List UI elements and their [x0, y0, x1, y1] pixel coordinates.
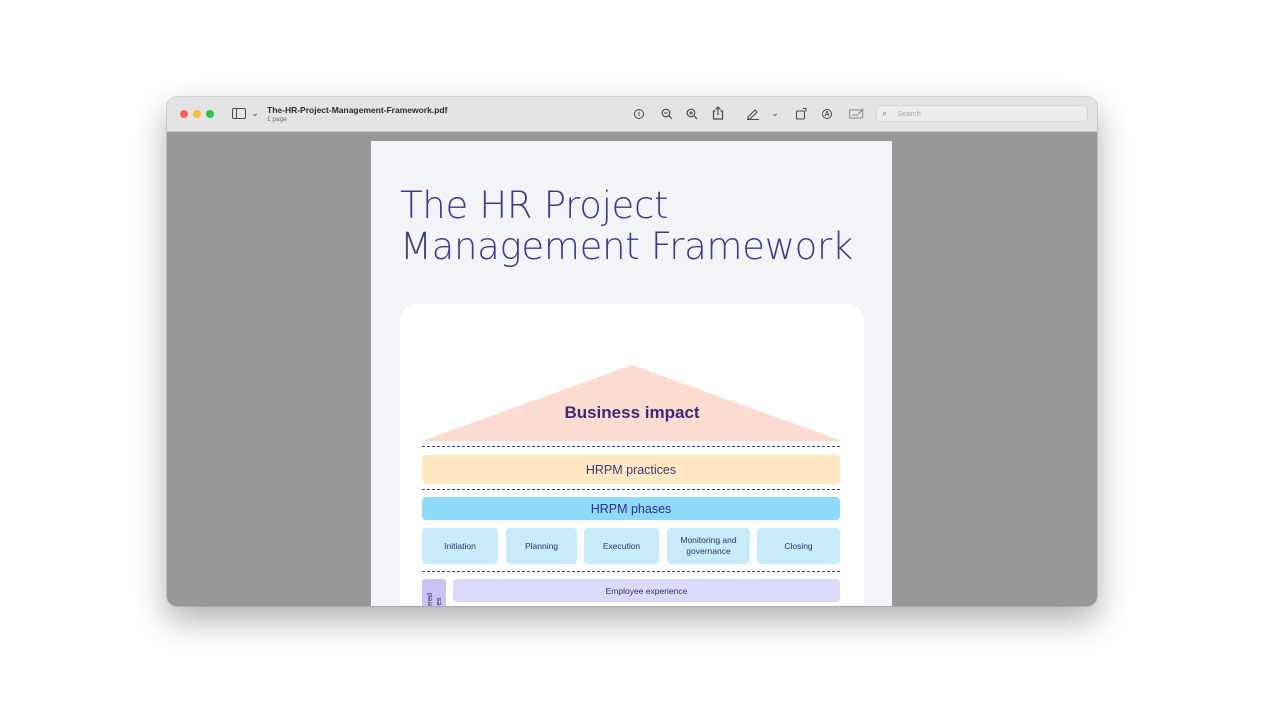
divider: [422, 571, 840, 572]
close-window-button[interactable]: [180, 110, 188, 118]
phase-monitoring-and-governance: Monitoring and governance: [667, 528, 750, 564]
search-placeholder: Search: [897, 109, 921, 118]
search-icon: ⌕: [882, 108, 888, 118]
title-bar: ⌄ The-HR-Project-Management-Framework.pd…: [167, 97, 1097, 132]
business-impact-label: Business impact: [564, 403, 700, 422]
annotate-icon[interactable]: A: [822, 109, 832, 119]
zoom-out-icon[interactable]: [661, 107, 673, 120]
phase-execution: Execution: [584, 528, 659, 564]
chevron-down-icon[interactable]: ⌄: [250, 107, 260, 119]
framework-diagram-card: Business impact HRPM practices HRPM phas…: [400, 304, 864, 606]
phase-closing: Closing: [757, 528, 840, 564]
rotate-icon[interactable]: [795, 107, 808, 120]
document-title: The-HR-Project-Management-Framework.pdf: [267, 105, 448, 115]
divider: [422, 489, 840, 490]
employee-experience-band: Employee experience: [453, 579, 840, 602]
zoom-in-icon[interactable]: [686, 107, 698, 120]
page-title-line-1: The HR Project: [400, 184, 669, 227]
sidebar-icon[interactable]: [232, 108, 246, 119]
zoom-window-button[interactable]: [206, 110, 214, 118]
markup-pen-icon[interactable]: [746, 107, 760, 120]
side-tab-label: tered es: [425, 592, 443, 606]
divider: [422, 446, 840, 447]
pdf-page[interactable]: The HR Project Management Framework Busi…: [371, 141, 892, 606]
hrpm-practices-band: HRPM practices: [422, 455, 840, 484]
chevron-down-icon[interactable]: ⌄: [770, 107, 780, 119]
preview-window: ⌄ The-HR-Project-Management-Framework.pd…: [167, 97, 1097, 606]
phase-initiation: Initiation: [422, 528, 498, 564]
page-title: The HR Project Management Framework: [400, 185, 880, 267]
hrpm-phases-band: HRPM phases: [422, 497, 840, 520]
search-input[interactable]: ⌕ Search: [876, 105, 1088, 122]
minimize-window-button[interactable]: [193, 110, 201, 118]
phase-planning: Planning: [506, 528, 577, 564]
people-centered-side-tab: tered es: [422, 579, 446, 606]
page-title-line-2: Management Framework: [400, 225, 854, 268]
info-icon[interactable]: i: [634, 109, 644, 119]
form-fill-icon[interactable]: [849, 108, 865, 119]
document-page-count: 1 page: [267, 116, 287, 123]
share-icon[interactable]: [712, 106, 724, 120]
